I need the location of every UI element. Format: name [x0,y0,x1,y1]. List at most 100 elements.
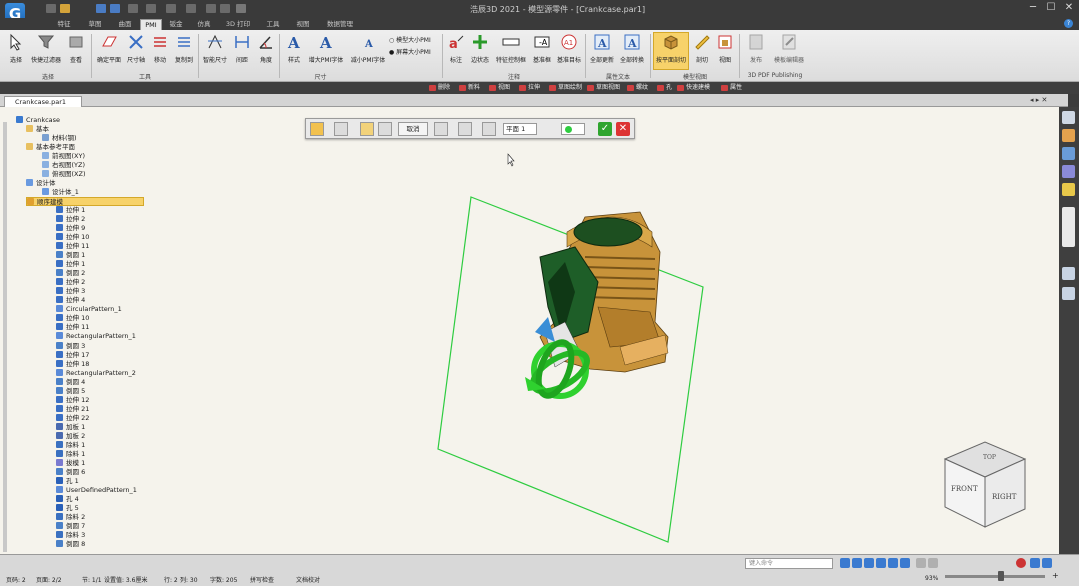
view-cube-top[interactable]: TOP [983,454,996,461]
tree-item[interactable]: Crankcase [16,116,60,125]
tree-item[interactable]: 拉伸 9 [56,224,85,233]
style-button[interactable]: A 样式 [282,33,306,64]
crankcase-model[interactable] [525,211,669,400]
zoom-in-button[interactable]: + [1052,571,1059,580]
plane-option-icon[interactable] [458,122,472,136]
record-icon[interactable] [1016,558,1026,568]
close-command-button[interactable]: ✕ [616,122,630,136]
spin-icon[interactable] [900,558,910,568]
edge-state-button[interactable]: 边状态 [467,33,493,64]
tree-item[interactable]: 除料 3 [56,530,85,540]
tree-item[interactable]: 倒圆 7 [56,521,85,531]
model-view-button[interactable]: 视图 [714,33,736,64]
zoom-slider-knob[interactable] [998,571,1004,581]
tree-item[interactable]: 孔 4 [56,494,79,504]
feature-control-frame-button[interactable]: 特征控制框 [493,33,529,64]
command-hole[interactable]: 孔 [656,83,672,93]
command-extrude[interactable]: 拉伸 [518,83,540,93]
tab-sheetmetal[interactable]: 钣金 [162,19,190,30]
section-button[interactable]: 剖切 [691,33,713,64]
extent-step-icon[interactable] [378,122,392,136]
decrease-pmi-font-button[interactable]: A 减小PMI字体 [348,33,388,64]
tree-item[interactable]: 除料 2 [56,512,85,522]
print-icon[interactable] [128,4,138,13]
tree-item[interactable]: 拉伸 11 [56,323,89,332]
tree-item[interactable]: 俯视图(XZ) [42,170,85,179]
command-properties[interactable]: 属性 [720,83,742,93]
zoom-slider[interactable] [945,575,1045,578]
tree-item[interactable]: 加板 2 [56,431,85,441]
layout-icon[interactable] [1042,558,1052,568]
tree-item[interactable]: 拉伸 10 [56,233,89,242]
tree-item[interactable]: 材料(钢) [42,134,77,143]
convert-all-button[interactable]: A 全部转换 [618,33,646,64]
datum-target-button[interactable]: A1 基准目标 [555,33,583,64]
new-file-icon[interactable] [46,4,56,13]
increase-pmi-font-button[interactable]: A 增大PMI字体 [306,33,346,64]
extent-icon[interactable] [542,122,556,136]
tree-item[interactable]: 倒圆 3 [56,341,85,351]
annotation-button[interactable]: a 标注 [445,33,467,64]
tab-pmi[interactable]: PMI [140,19,162,30]
tree-item[interactable]: 拉伸 11 [56,242,89,251]
tree-item[interactable]: 倒圆 6 [56,467,85,477]
close-button[interactable]: ✕ [1060,0,1078,16]
pan-icon[interactable] [876,558,886,568]
open-folder-icon[interactable] [60,4,70,13]
set-plane-button[interactable]: 确定平面 [94,33,124,64]
panel-tab-5-icon[interactable] [1062,183,1075,196]
tree-item[interactable]: 倒圆 2 [56,269,85,278]
panel-tab-7-icon[interactable] [1062,267,1075,280]
rotate-icon[interactable] [888,558,898,568]
tree-item[interactable]: 倒圆 1 [56,251,85,260]
shading-icon[interactable] [916,558,926,568]
command-sketch-draw[interactable]: 草图绘制 [548,83,582,93]
command-quick-model[interactable]: 快速建模 [676,83,710,93]
panel-tab-4-icon[interactable] [1062,165,1075,178]
tab-data-management[interactable]: 数据管理 [318,19,362,30]
tree-item[interactable]: RectangularPattern_1 [56,332,136,341]
status-spell-check[interactable]: 拼写检查 [250,575,274,584]
tree-item[interactable]: 倒圆 4 [56,377,85,387]
document-nav-arrows[interactable]: ◂ ▸ ✕ [1030,96,1047,104]
save-icon[interactable] [96,4,106,13]
redo-icon[interactable] [186,4,196,13]
plane-dropdown[interactable]: 平面 1 [503,123,537,135]
tree-item[interactable]: 设计体 [26,179,56,188]
save-as-icon[interactable] [110,4,120,13]
pmi-icon[interactable] [146,4,156,13]
tree-item[interactable]: 孔 1 [56,476,79,486]
tree-item[interactable]: 基本 [26,125,49,134]
tree-item[interactable]: 加板 1 [56,422,85,432]
datum-frame-button[interactable]: -A 基准框 [529,33,555,64]
tab-tools[interactable]: 工具 [258,19,288,30]
tree-item[interactable]: 拉伸 2 [56,278,85,287]
view-cube[interactable]: TOP FRONT RIGHT [943,441,1027,528]
tree-item[interactable]: 拉伸 2 [56,215,85,224]
tree-item[interactable]: 设计体_1 [42,188,79,197]
minimize-button[interactable]: ─ [1024,0,1042,16]
document-tab[interactable]: Crankcase.par1 [4,96,82,107]
dimension-axis-button[interactable]: 尺寸轴 [124,33,148,64]
panel-tab-8-icon[interactable] [1062,287,1075,300]
quick-filter-button[interactable]: 快捷过滤器 [30,33,62,64]
tree-item[interactable]: 拔模 1 [56,458,85,468]
panel-tab-3-icon[interactable] [1062,147,1075,160]
tree-item[interactable]: 拉伸 1 [56,260,85,269]
publish-button[interactable]: 发布 [742,33,770,64]
help-icon[interactable]: ? [1064,19,1073,28]
tree-item[interactable]: 倒圆 8 [56,539,85,549]
customize-quick-access-icon[interactable] [236,4,246,13]
model-size-pmi-toggle[interactable]: ○ 模型大小PMI [389,35,431,44]
view-button[interactable]: 查看 [64,33,88,64]
tree-item[interactable]: 拉伸 21 [56,404,89,414]
tab-sketch[interactable]: 草图 [80,19,110,30]
fit-icon[interactable] [864,558,874,568]
command-new-material[interactable]: 新料 [458,83,480,93]
maximize-button[interactable]: ☐ [1042,0,1060,16]
color-dropdown[interactable] [561,123,585,135]
command-view[interactable]: 视图 [488,83,510,93]
tree-item[interactable]: 除料 1 [56,440,85,450]
tab-surface[interactable]: 曲面 [110,19,140,30]
tree-item[interactable]: 拉伸 1 [56,206,85,215]
